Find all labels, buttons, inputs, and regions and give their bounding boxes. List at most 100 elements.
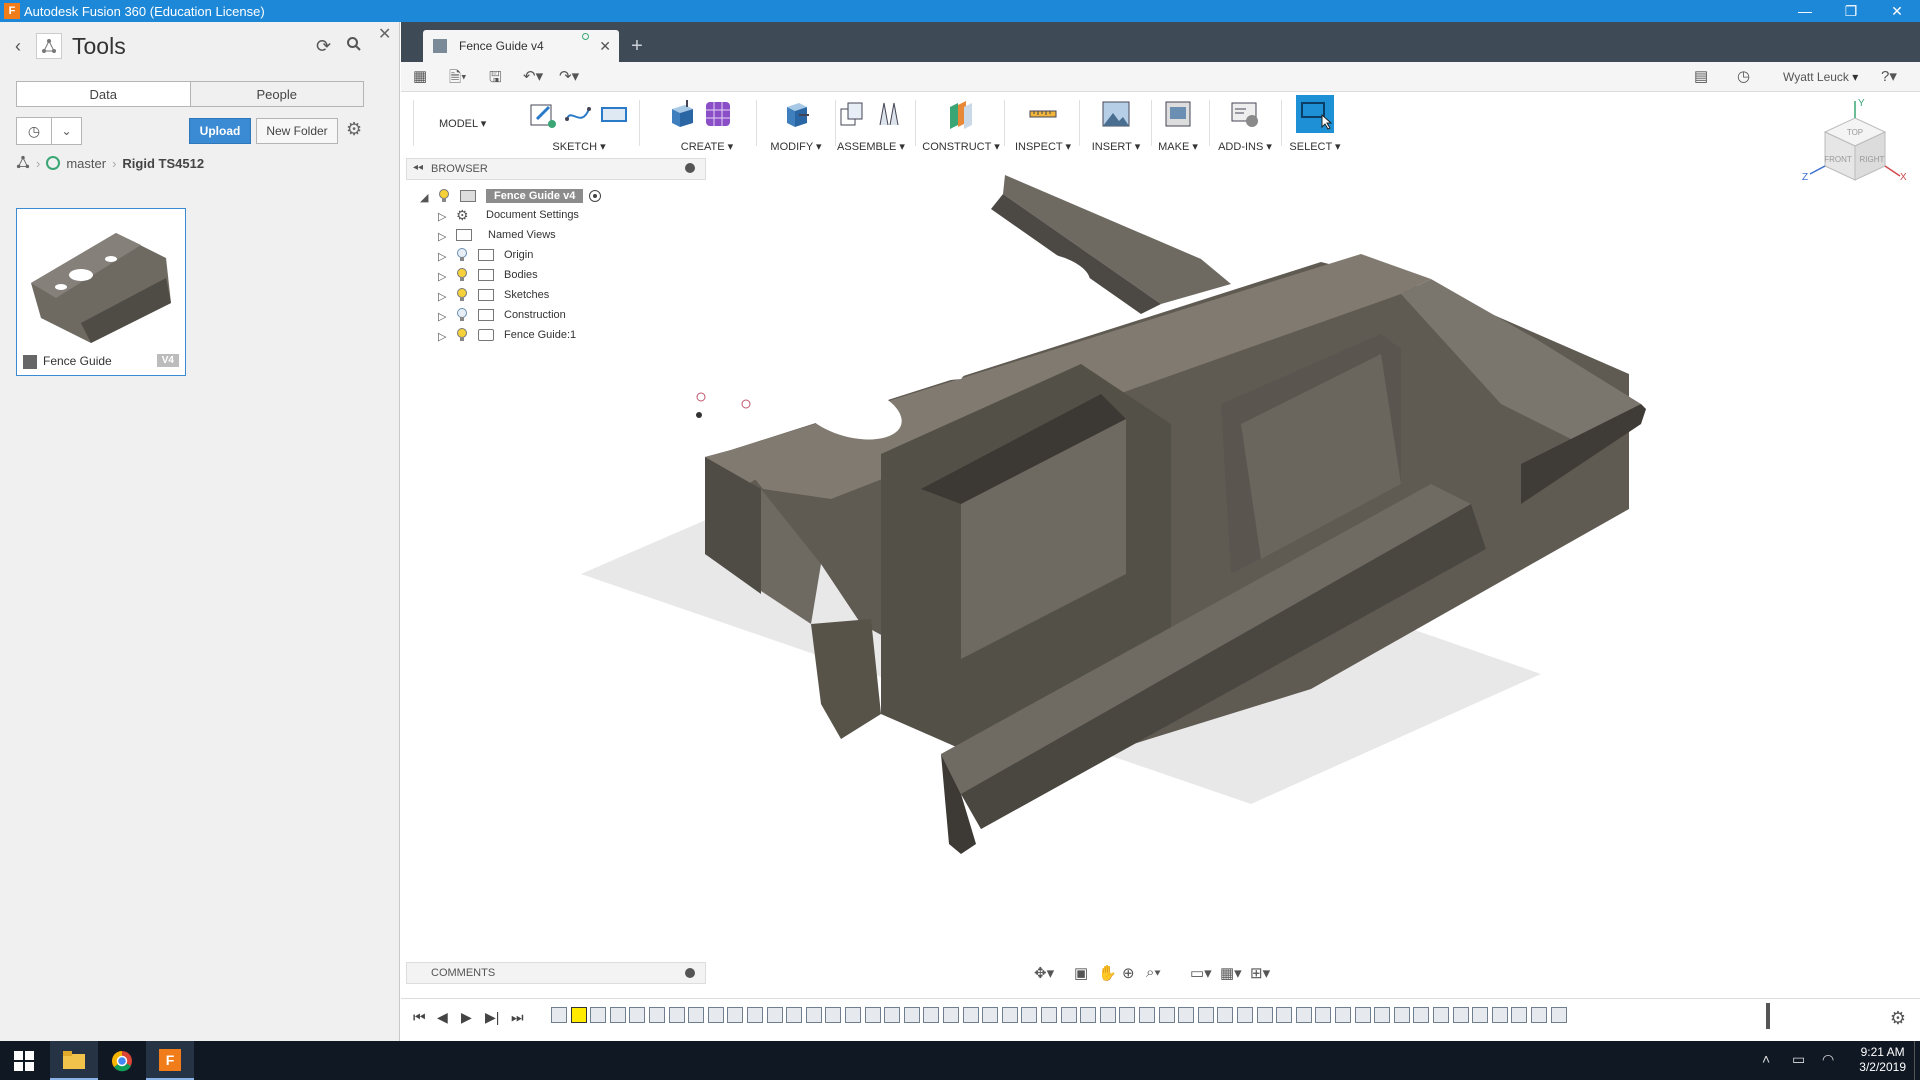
system-clock[interactable]: 9:21 AM 3/2/2019 — [1859, 1045, 1906, 1075]
timeline-feature-icon[interactable] — [1099, 1007, 1116, 1023]
search-icon[interactable] — [346, 36, 362, 57]
grid-settings-icon[interactable]: ▦▾ — [1220, 964, 1242, 982]
timeline-feature-icon[interactable] — [1491, 1007, 1508, 1023]
pan-icon[interactable]: ✋ — [1098, 964, 1117, 982]
timeline-feature-icon[interactable] — [1374, 1007, 1391, 1023]
hub-icon[interactable] — [36, 33, 62, 59]
history-icon[interactable]: ◷ — [16, 117, 52, 145]
timeline-feature-icon[interactable] — [1511, 1007, 1528, 1023]
timeline-feature-icon[interactable] — [1335, 1007, 1351, 1023]
scripts-addins-icon[interactable] — [1230, 99, 1260, 129]
3d-viewport[interactable] — [401, 154, 1920, 962]
timeline-feature-icon[interactable] — [649, 1007, 665, 1023]
make-group[interactable]: MAKE ▾ — [1153, 92, 1203, 154]
collapse-browser-icon[interactable]: ◂◂ — [413, 162, 423, 173]
timeline-feature-icon[interactable] — [825, 1007, 842, 1023]
timeline-feature-icon[interactable] — [1531, 1007, 1547, 1023]
timeline-feature-icon[interactable] — [864, 1007, 881, 1023]
display-settings-icon[interactable]: ▭▾ — [1190, 964, 1212, 982]
file-menu-icon[interactable]: 🗎▾ — [449, 67, 467, 92]
timeline-feature-icon[interactable] — [1001, 1007, 1018, 1023]
add-ins-group[interactable]: ADD-INS ▾ — [1215, 92, 1275, 154]
create-sketch-icon[interactable] — [527, 99, 557, 129]
lightbulb-off-icon[interactable] — [456, 308, 468, 322]
collapse-triangle-icon[interactable]: ◢ — [420, 191, 430, 204]
create-group[interactable]: CREATE ▾ — [667, 92, 747, 154]
file-card[interactable]: Fence Guide V4 — [16, 208, 186, 376]
app-grid-icon[interactable]: ▦ — [413, 67, 427, 85]
lightbulb-icon[interactable] — [438, 189, 450, 203]
browser-root-label[interactable]: Fence Guide v4 — [486, 189, 584, 203]
timeline-feature-icon[interactable] — [570, 1007, 587, 1023]
timeline-marker[interactable] — [1766, 1003, 1770, 1029]
timeline-feature-icon[interactable] — [903, 1007, 920, 1023]
timeline-feature-icon[interactable] — [805, 1007, 822, 1023]
browser-item-bodies[interactable]: ▷ Bodies — [438, 265, 538, 285]
look-at-icon[interactable]: ▣ — [1074, 964, 1088, 982]
construct-group[interactable]: CONSTRUCT ▾ — [921, 92, 1001, 154]
go-to-end-icon[interactable]: ⏭ — [511, 1009, 524, 1026]
activate-component-icon[interactable] — [589, 190, 602, 202]
hub-breadcrumb-icon[interactable] — [16, 155, 30, 172]
timeline-feature-icon[interactable] — [1256, 1007, 1273, 1023]
timeline-feature-icon[interactable] — [668, 1007, 685, 1023]
select-group[interactable]: SELECT ▾ — [1285, 92, 1345, 154]
expand-triangle-icon[interactable]: ▷ — [438, 290, 448, 303]
timeline-feature-icon[interactable] — [727, 1007, 744, 1023]
measure-icon[interactable] — [1028, 99, 1058, 129]
timeline-feature-icon[interactable] — [962, 1007, 979, 1023]
timeline-feature-icon[interactable] — [943, 1007, 959, 1023]
close-window-button[interactable]: ✕ — [1874, 0, 1920, 22]
add-comment-icon[interactable] — [685, 968, 695, 978]
new-folder-button[interactable]: New Folder — [256, 118, 338, 144]
assemble-group[interactable]: ASSEMBLE ▾ — [831, 92, 911, 154]
lightbulb-off-icon[interactable] — [456, 248, 468, 262]
viewports-icon[interactable]: ⊞▾ — [1250, 964, 1270, 982]
timeline-feature-icon[interactable] — [1217, 1007, 1234, 1023]
minimize-browser-icon[interactable] — [685, 163, 695, 173]
browser-item-named-views[interactable]: ▷ Named Views — [438, 225, 556, 245]
sketch-group[interactable]: SKETCH ▾ — [527, 92, 631, 154]
upload-button[interactable]: Upload — [189, 118, 251, 144]
view-cube[interactable]: TOP FRONT RIGHT Y X Z — [1800, 96, 1910, 206]
refresh-icon[interactable]: ⟳ — [316, 36, 331, 57]
chevron-down-icon[interactable]: ⌄ — [52, 117, 82, 145]
undo-icon[interactable]: ↶▾ — [523, 67, 543, 85]
windows-start-icon[interactable] — [14, 1051, 34, 1071]
battery-icon[interactable]: ▭ — [1792, 1051, 1805, 1068]
show-hidden-icons-icon[interactable]: ˄ — [1762, 1051, 1770, 1067]
timeline-feature-icon[interactable] — [747, 1007, 763, 1023]
wifi-icon[interactable]: ◠ — [1822, 1051, 1834, 1068]
zoom-icon[interactable]: ⊕ — [1122, 964, 1135, 982]
lightbulb-icon[interactable] — [456, 288, 468, 302]
help-icon[interactable]: ?▾ — [1881, 67, 1897, 85]
step-back-icon[interactable]: ◀ — [437, 1009, 448, 1026]
timeline-feature-icon[interactable] — [1354, 1007, 1371, 1023]
insert-image-icon[interactable] — [1101, 99, 1131, 129]
workspace-switcher[interactable]: MODEL ▾ — [439, 117, 486, 130]
timeline-feature-icon[interactable] — [982, 1007, 999, 1023]
timeline-feature-icon[interactable] — [1158, 1007, 1175, 1023]
expand-triangle-icon[interactable]: ▷ — [438, 250, 448, 263]
user-account-menu[interactable]: Wyatt Leuck ▾ — [1783, 70, 1858, 84]
timeline-feature-icon[interactable] — [1433, 1007, 1449, 1023]
orbit-icon[interactable]: ✥▾ — [1034, 964, 1054, 982]
insert-group[interactable]: INSERT ▾ — [1085, 92, 1147, 154]
timeline-feature-icon[interactable] — [923, 1007, 940, 1023]
timeline-feature-icon[interactable] — [590, 1007, 607, 1023]
expand-triangle-icon[interactable]: ▷ — [438, 310, 448, 323]
modify-group[interactable]: MODIFY ▾ — [761, 92, 831, 154]
timeline-feature-icon[interactable] — [1472, 1007, 1489, 1023]
timeline-feature-icon[interactable] — [1276, 1007, 1293, 1023]
timeline-feature-icon[interactable] — [1060, 1007, 1077, 1023]
job-status-icon[interactable]: ◷ — [1737, 67, 1750, 85]
fusion-taskbar-icon[interactable]: F — [146, 1041, 194, 1080]
tab-people[interactable]: People — [191, 82, 364, 106]
notifications-icon[interactable]: ▤ — [1694, 67, 1708, 85]
new-tab-icon[interactable]: + — [623, 32, 651, 60]
rectangle-icon[interactable] — [599, 99, 629, 129]
browser-item-fence-guide-1[interactable]: ▷ Fence Guide:1 — [438, 325, 577, 345]
file-explorer-taskbar-icon[interactable] — [50, 1041, 98, 1080]
timeline-feature-icon[interactable] — [551, 1007, 567, 1023]
timeline-feature-icon[interactable] — [1080, 1007, 1097, 1023]
